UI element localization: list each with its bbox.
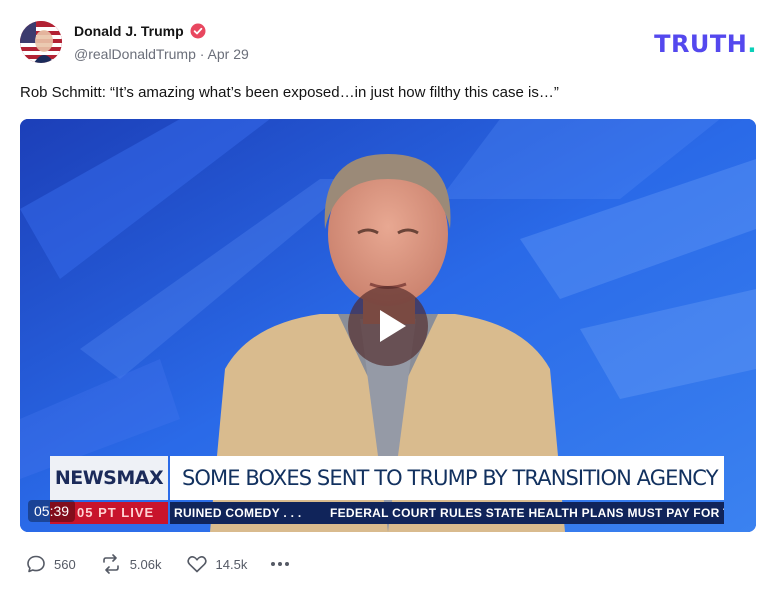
retruth-button[interactable]: 5.06k: [100, 554, 162, 574]
video-player[interactable]: NEWSMAX SOME BOXES SENT TO TRUMP BY TRAN…: [20, 119, 756, 532]
dot: [278, 562, 283, 566]
reply-count: 560: [54, 556, 76, 572]
ticker-item: RUINED COMEDY . . .: [174, 506, 302, 520]
flag-portrait-avatar: [20, 21, 62, 63]
truth-logo[interactable]: TRUTH.: [654, 30, 757, 58]
live-tag-text: 05 PT LIVE: [77, 505, 155, 520]
logo-text: TRUTH: [654, 30, 748, 58]
post-actions: 560 5.06k 14.5k: [26, 554, 290, 574]
post-text: Rob Schmitt: “It’s amazing what’s been e…: [20, 84, 559, 101]
verified-badge-icon: [190, 23, 206, 39]
like-count: 14.5k: [215, 556, 248, 572]
post-header: Donald J. Trump @realDonaldTrump · Apr 2…: [20, 21, 757, 65]
logo-dot: .: [747, 30, 757, 58]
video-duration: 05:39: [28, 500, 76, 522]
dot: [285, 562, 290, 566]
retruth-count: 5.06k: [129, 556, 162, 572]
repost-icon: [102, 554, 119, 574]
news-lower-third: NEWSMAX SOME BOXES SENT TO TRUMP BY TRAN…: [50, 456, 724, 524]
separator-dot: ·: [199, 46, 208, 62]
news-ticker: RUINED COMEDY . . . FEDERAL COURT RULES …: [170, 502, 724, 524]
author-name[interactable]: Donald J. Trump: [74, 23, 184, 39]
dot: [271, 562, 276, 566]
author-handle[interactable]: @realDonaldTrump: [74, 46, 196, 62]
ticker-item: FEDERAL COURT RULES STATE HEALTH PLANS M…: [330, 506, 724, 520]
like-button[interactable]: 14.5k: [186, 554, 248, 574]
network-logo: NEWSMAX: [50, 456, 168, 500]
reply-button[interactable]: 560: [26, 554, 76, 574]
headline-banner: SOME BOXES SENT TO TRUMP BY TRANSITION A…: [170, 456, 724, 500]
avatar[interactable]: [20, 21, 62, 63]
news-headline: SOME BOXES SENT TO TRUMP BY TRANSITION A…: [182, 466, 719, 490]
heart-icon: [186, 556, 207, 573]
post-date[interactable]: Apr 29: [208, 46, 249, 62]
network-name: NEWSMAX: [54, 467, 164, 489]
speech-bubble-icon: [27, 555, 45, 573]
play-button[interactable]: [348, 286, 428, 366]
more-options-icon[interactable]: [271, 562, 290, 566]
author-handle-row: @realDonaldTrump · Apr 29: [74, 46, 249, 62]
play-icon: [380, 310, 406, 342]
